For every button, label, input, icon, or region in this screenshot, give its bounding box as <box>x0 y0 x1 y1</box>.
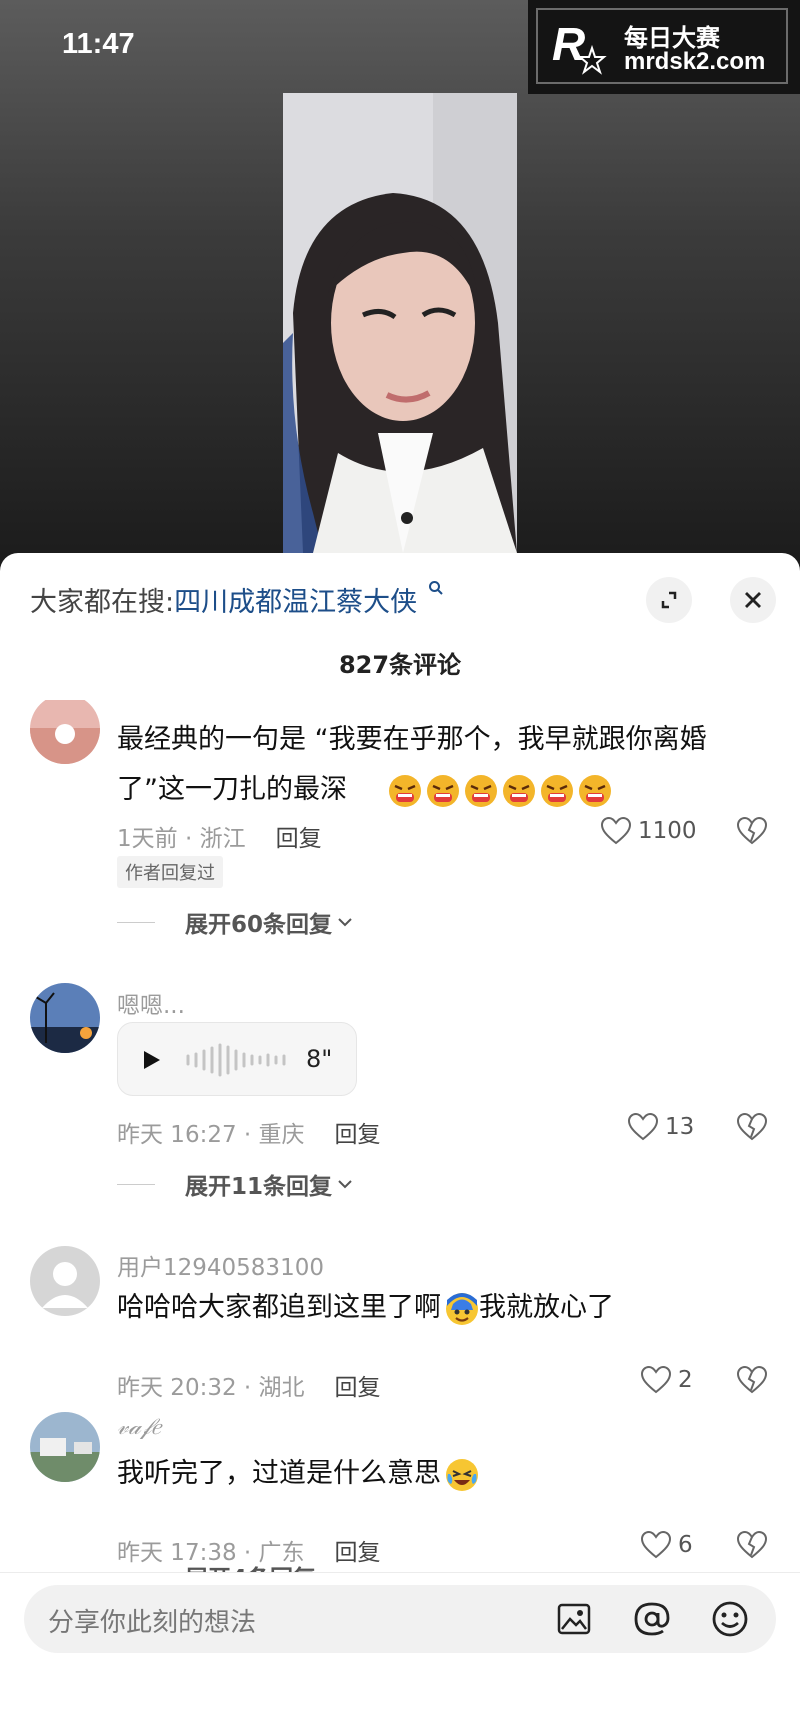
trending-search-prefix: 大家都在搜: <box>30 587 175 618</box>
comment-meta: 昨天 16:27 · 重庆 回复 <box>117 1115 381 1149</box>
image-icon[interactable] <box>556 1601 592 1637</box>
comment-text: 我听完了，过道是什么意思 <box>117 1449 767 1499</box>
like-count: 1100 <box>638 818 697 844</box>
comment-meta: 昨天 20:32 · 湖北 回复 <box>117 1368 381 1402</box>
grimace-emoji-icon <box>427 774 460 807</box>
expand-replies-button[interactable]: 展开11条回复 <box>117 1167 354 1201</box>
laugh-cry-emoji-icon <box>446 1458 478 1491</box>
comment-text-line: 了”这一刀扎的最深 <box>117 765 767 815</box>
expand-replies-button[interactable]: 展开4条回复 <box>117 1559 338 1572</box>
chevron-down-icon <box>338 1180 352 1189</box>
comment-input-placeholder: 分享你此刻的想法 <box>48 1608 257 1638</box>
like-button[interactable]: 1100 <box>600 816 697 846</box>
dislike-icon[interactable] <box>736 1365 768 1395</box>
like-button[interactable]: 13 <box>627 1112 694 1142</box>
at-icon[interactable] <box>632 1599 672 1639</box>
comment-text-fragment: 我听完了，过道是什么意思 <box>117 1458 441 1489</box>
comment-username[interactable]: 𝓋𝒶𝒻𝑒 <box>117 1414 161 1440</box>
comment-time-location: 昨天 20:32 · 湖北 <box>117 1375 305 1401</box>
avatar[interactable] <box>30 1246 100 1316</box>
play-icon[interactable] <box>142 1049 162 1071</box>
emoji-row <box>384 774 612 807</box>
reply-button[interactable]: 回复 <box>335 1540 381 1566</box>
comment-username[interactable]: 嗯嗯... <box>117 986 185 1020</box>
input-divider <box>0 1572 800 1573</box>
reply-button[interactable]: 回复 <box>276 826 322 852</box>
comment-username[interactable]: 用户12940583100 <box>117 1248 324 1282</box>
trending-search-query[interactable]: 四川成都温江蔡大侠 <box>174 587 417 618</box>
like-button[interactable]: 6 <box>640 1530 693 1560</box>
video-frame-portrait <box>283 93 517 553</box>
expand-replies-label: 展开11条回复 <box>185 1174 333 1200</box>
svg-text:R: R <box>552 18 585 70</box>
expand-replies-label: 展开60条回复 <box>185 912 333 938</box>
like-button[interactable]: 2 <box>640 1365 693 1395</box>
divider-line <box>117 921 155 923</box>
grimace-emoji-icon <box>579 774 612 807</box>
dizzy-laugh-emoji-icon <box>446 1292 478 1325</box>
heart-icon <box>640 1530 672 1559</box>
author-replied-badge: 作者回复过 <box>117 856 223 888</box>
like-count: 6 <box>678 1532 693 1558</box>
comment-input[interactable]: 分享你此刻的想法 <box>24 1585 776 1653</box>
comment-time-location: 昨天 16:27 · 重庆 <box>117 1122 305 1148</box>
grimace-emoji-icon <box>541 774 574 807</box>
comment-text-fragment: 了”这一刀扎的最深 <box>117 774 347 805</box>
grimace-emoji-icon <box>503 774 536 807</box>
heart-icon <box>640 1365 672 1394</box>
person-portrait-image <box>283 93 517 553</box>
waveform-icon <box>186 1043 286 1077</box>
chevron-down-icon <box>338 918 352 927</box>
close-icon <box>745 592 761 608</box>
comment-count: 827条评论 <box>338 651 462 679</box>
dislike-icon[interactable] <box>736 816 768 846</box>
expand-replies-button[interactable]: 展开60条回复 <box>117 905 354 939</box>
grimace-emoji-icon <box>465 774 498 807</box>
comment-text-fragment: 我就放心了 <box>479 1292 614 1323</box>
reply-button[interactable]: 回复 <box>335 1375 381 1401</box>
like-count: 2 <box>678 1367 693 1393</box>
heart-icon <box>600 816 632 845</box>
comment-text-fragment: 哈哈哈大家都追到这里了啊 <box>117 1292 441 1323</box>
avatar[interactable] <box>30 1412 100 1482</box>
comment-meta: 1天前 · 浙江 回复 <box>117 819 322 853</box>
watermark-domain: mrdsk2.com <box>624 48 766 75</box>
avatar[interactable] <box>30 700 100 764</box>
divider-line <box>117 1183 155 1185</box>
close-button[interactable] <box>730 577 776 623</box>
comment-text: 最经典的一句是 “我要在乎那个，我早就跟你离婚 了”这一刀扎的最深 <box>117 715 767 815</box>
like-count: 13 <box>665 1114 695 1140</box>
voice-message[interactable]: 8" <box>117 1022 357 1096</box>
comment-list[interactable]: 最经典的一句是 “我要在乎那个，我早就跟你离婚 了”这一刀扎的最深 1天前 · … <box>0 700 800 1572</box>
comment-text: 哈哈哈大家都追到这里了啊 我就放心了 <box>117 1283 767 1333</box>
status-time: 11:47 <box>62 28 135 60</box>
grimace-emoji-icon <box>389 774 422 807</box>
dislike-icon[interactable] <box>736 1112 768 1142</box>
voice-duration: 8" <box>306 1045 333 1073</box>
watermark: R 每日大赛 mrdsk2.com <box>528 0 800 94</box>
expand-replies-label: 展开4条回复 <box>185 1559 316 1572</box>
dislike-icon[interactable] <box>736 1530 768 1560</box>
comment-text-line: 最经典的一句是 “我要在乎那个，我早就跟你离婚 <box>117 724 707 755</box>
emoji-icon[interactable] <box>710 1599 750 1639</box>
search-icon <box>428 581 443 595</box>
comment-time-location: 1天前 · 浙江 <box>117 826 246 852</box>
avatar[interactable] <box>30 983 100 1053</box>
brand-logo-icon: R <box>552 18 607 75</box>
expand-button[interactable] <box>646 577 692 623</box>
heart-icon <box>627 1112 659 1141</box>
reply-button[interactable]: 回复 <box>335 1122 381 1148</box>
expand-icon <box>661 591 677 609</box>
trending-search[interactable]: 大家都在搜:四川成都温江蔡大侠 <box>30 580 444 619</box>
